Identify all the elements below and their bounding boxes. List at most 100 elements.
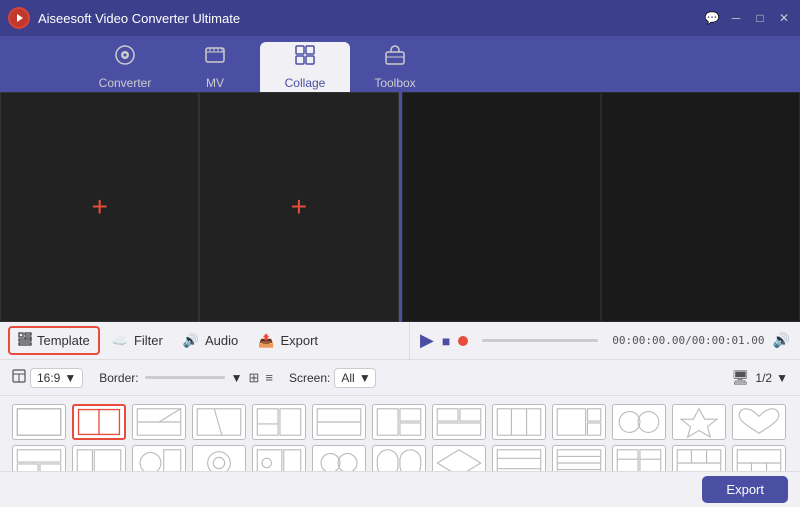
preview-cell-3[interactable] [402, 92, 601, 322]
add-icon-1: + [91, 191, 107, 223]
preview-cell-4[interactable] [601, 92, 800, 322]
template-item-7[interactable] [372, 404, 426, 440]
minimize-btn[interactable]: ─ [728, 10, 744, 26]
ratio-value: 16:9 [37, 371, 60, 385]
template-item-4[interactable] [192, 404, 246, 440]
template-item-6[interactable] [312, 404, 366, 440]
page-select: 1/2 ▼ [755, 371, 788, 385]
filter-label: Filter [134, 333, 163, 348]
templates-grid [0, 396, 800, 471]
app-logo [8, 7, 30, 29]
template-item-9[interactable] [492, 404, 546, 440]
template-item-r2-12[interactable] [672, 445, 726, 471]
title-bar: Aiseesoft Video Converter Ultimate 💬 ─ □… [0, 0, 800, 36]
message-btn[interactable]: 💬 [704, 10, 720, 26]
app-title: Aiseesoft Video Converter Ultimate [38, 11, 704, 26]
window-controls: 💬 ─ □ ✕ [704, 10, 792, 26]
template-item-r2-5[interactable] [252, 445, 306, 471]
grid-pattern-icon[interactable]: ⊞ [249, 370, 260, 386]
preview-right-cells [402, 92, 800, 322]
tab-mv-label: MV [206, 76, 224, 90]
stop-btn[interactable]: ■ [442, 333, 450, 349]
border-label: Border: [99, 371, 138, 385]
template-item-r2-13[interactable] [732, 445, 786, 471]
tab-converter-label: Converter [99, 76, 152, 90]
border-arrow[interactable]: ▼ [231, 371, 243, 385]
preview-cell-2[interactable]: + [199, 92, 398, 322]
preview-cell-1[interactable]: + [0, 92, 199, 322]
template-item-r2-6[interactable] [312, 445, 366, 471]
layout-icon [12, 369, 26, 386]
tab-toolbox[interactable]: Toolbox [350, 42, 440, 92]
toolbox-icon [384, 44, 406, 72]
tab-mv[interactable]: MV [170, 42, 260, 92]
template-item-r2-3[interactable] [132, 445, 186, 471]
add-icon-2: + [291, 191, 307, 223]
converter-icon [114, 44, 136, 72]
export-button[interactable]: Export [702, 476, 788, 503]
filter-btn[interactable]: ☁️ Filter [104, 329, 171, 353]
page-arrow[interactable]: ▼ [776, 371, 788, 385]
export-icon: 📤 [258, 333, 274, 349]
template-item-8[interactable] [432, 404, 486, 440]
screen-arrow: ▼ [359, 371, 371, 385]
template-item-r2-9[interactable] [492, 445, 546, 471]
export-ctrl-btn[interactable]: 📤 Export [250, 329, 326, 353]
page-value: 1/2 [755, 371, 772, 385]
record-dot [458, 336, 468, 346]
volume-icon[interactable]: 🔊 [773, 332, 790, 349]
template-item-12[interactable] [672, 404, 726, 440]
play-btn[interactable]: ▶ [420, 330, 434, 351]
mv-icon [204, 44, 226, 72]
template-row-2 [12, 445, 788, 471]
template-item-11[interactable] [612, 404, 666, 440]
template-row-1 [12, 404, 788, 440]
template-item-r2-8[interactable] [432, 445, 486, 471]
screen-value: All [341, 371, 354, 385]
progress-line [482, 339, 598, 342]
template-icon [18, 332, 32, 349]
footer-bar: Export [0, 471, 800, 507]
template-item-r2-1[interactable] [12, 445, 66, 471]
main-area: + + [0, 92, 800, 507]
template-item-2v[interactable] [72, 404, 126, 440]
template-btn[interactable]: Template [8, 326, 100, 355]
border-control: Border: ▼ ⊞ ≡ [99, 370, 273, 386]
template-item-single[interactable] [12, 404, 66, 440]
template-item-10[interactable] [552, 404, 606, 440]
close-btn[interactable]: ✕ [776, 10, 792, 26]
template-label: Template [37, 333, 90, 348]
ratio-arrow: ▼ [64, 371, 76, 385]
audio-label: Audio [205, 333, 238, 348]
template-item-r2-10[interactable] [552, 445, 606, 471]
nav-bar: Converter MV Collage [0, 36, 800, 92]
tab-collage-label: Collage [285, 76, 326, 90]
template-item-r2-4[interactable] [192, 445, 246, 471]
collage-preview: + + [0, 92, 800, 322]
audio-icon: 🔊 [183, 333, 199, 349]
filter-icon: ☁️ [112, 333, 128, 349]
collage-icon [294, 44, 316, 72]
border-slider[interactable] [145, 376, 225, 379]
template-item-r2-11[interactable] [612, 445, 666, 471]
maximize-btn[interactable]: □ [752, 10, 768, 26]
screen-label: Screen: [289, 371, 330, 385]
monitor-icon: 🖥 [732, 369, 750, 386]
audio-btn[interactable]: 🔊 Audio [175, 329, 246, 353]
screen-value-select[interactable]: All ▼ [334, 368, 375, 388]
ratio-select[interactable]: 16:9 ▼ [30, 368, 83, 388]
template-item-5[interactable] [252, 404, 306, 440]
screen-select: Screen: All ▼ [289, 368, 376, 388]
preview-panel-right [402, 92, 800, 322]
tab-collage[interactable]: Collage [260, 42, 350, 92]
template-item-r2-7[interactable] [372, 445, 426, 471]
tab-converter[interactable]: Converter [80, 42, 170, 92]
time-display: 00:00:00.00/00:00:01.00 [612, 334, 764, 347]
template-item-r2-2[interactable] [72, 445, 126, 471]
template-item-3[interactable] [132, 404, 186, 440]
preview-panel-left: + + [0, 92, 402, 322]
tab-toolbox-label: Toolbox [374, 76, 415, 90]
stripe-pattern-icon[interactable]: ≡ [265, 370, 273, 385]
export-ctrl-label: Export [280, 333, 318, 348]
template-item-13[interactable] [732, 404, 786, 440]
